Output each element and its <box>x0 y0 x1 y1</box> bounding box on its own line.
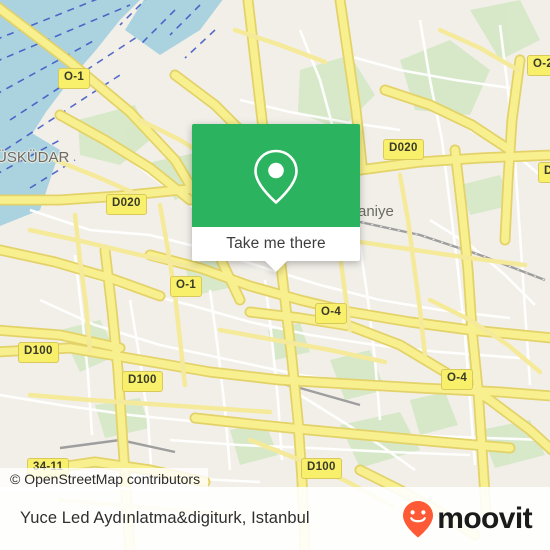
road-shield-d020-east: D020 <box>383 139 424 160</box>
popup-icon-area <box>192 124 360 227</box>
location-title: Yuce Led Aydınlatma&digiturk, Istanbul <box>20 509 310 527</box>
place-label-uskudar: ÜSKÜDAR <box>0 149 70 166</box>
road-shield-d020-west: D020 <box>106 194 147 215</box>
moovit-logo[interactable]: moovit <box>401 499 533 539</box>
take-me-there-label: Take me there <box>226 235 326 252</box>
road-shield-d100-south: D100 <box>301 458 342 479</box>
road-shield-o1-north: O-1 <box>58 68 91 89</box>
location-popup[interactable]: Take me there <box>192 124 360 272</box>
road-shield-d100-west: D100 <box>18 342 59 363</box>
map-screenshot: ÜSKÜDAR aniye O-1 O-2 D020 D020 D020 O-1… <box>0 0 550 550</box>
take-me-there-button[interactable]: Take me there <box>192 227 360 272</box>
road-shield-d100-mid: D100 <box>122 371 163 392</box>
map-pin-icon <box>254 149 298 204</box>
road-shield-o1-central: O-1 <box>170 276 203 297</box>
road-shield-o2: O-2 <box>527 55 550 76</box>
footer-bar: Yuce Led Aydınlatma&digiturk, Istanbul m… <box>0 487 550 550</box>
road-shield-o4-west: O-4 <box>315 303 348 324</box>
place-label-umraniye: aniye <box>358 203 394 220</box>
popup-tail <box>265 261 287 272</box>
moovit-smiley-pin-icon <box>403 500 434 537</box>
moovit-wordmark: moovit <box>437 501 532 535</box>
road-shield-d020-far-east: D020 <box>538 162 550 183</box>
road-shield-o4-east: O-4 <box>441 369 474 390</box>
